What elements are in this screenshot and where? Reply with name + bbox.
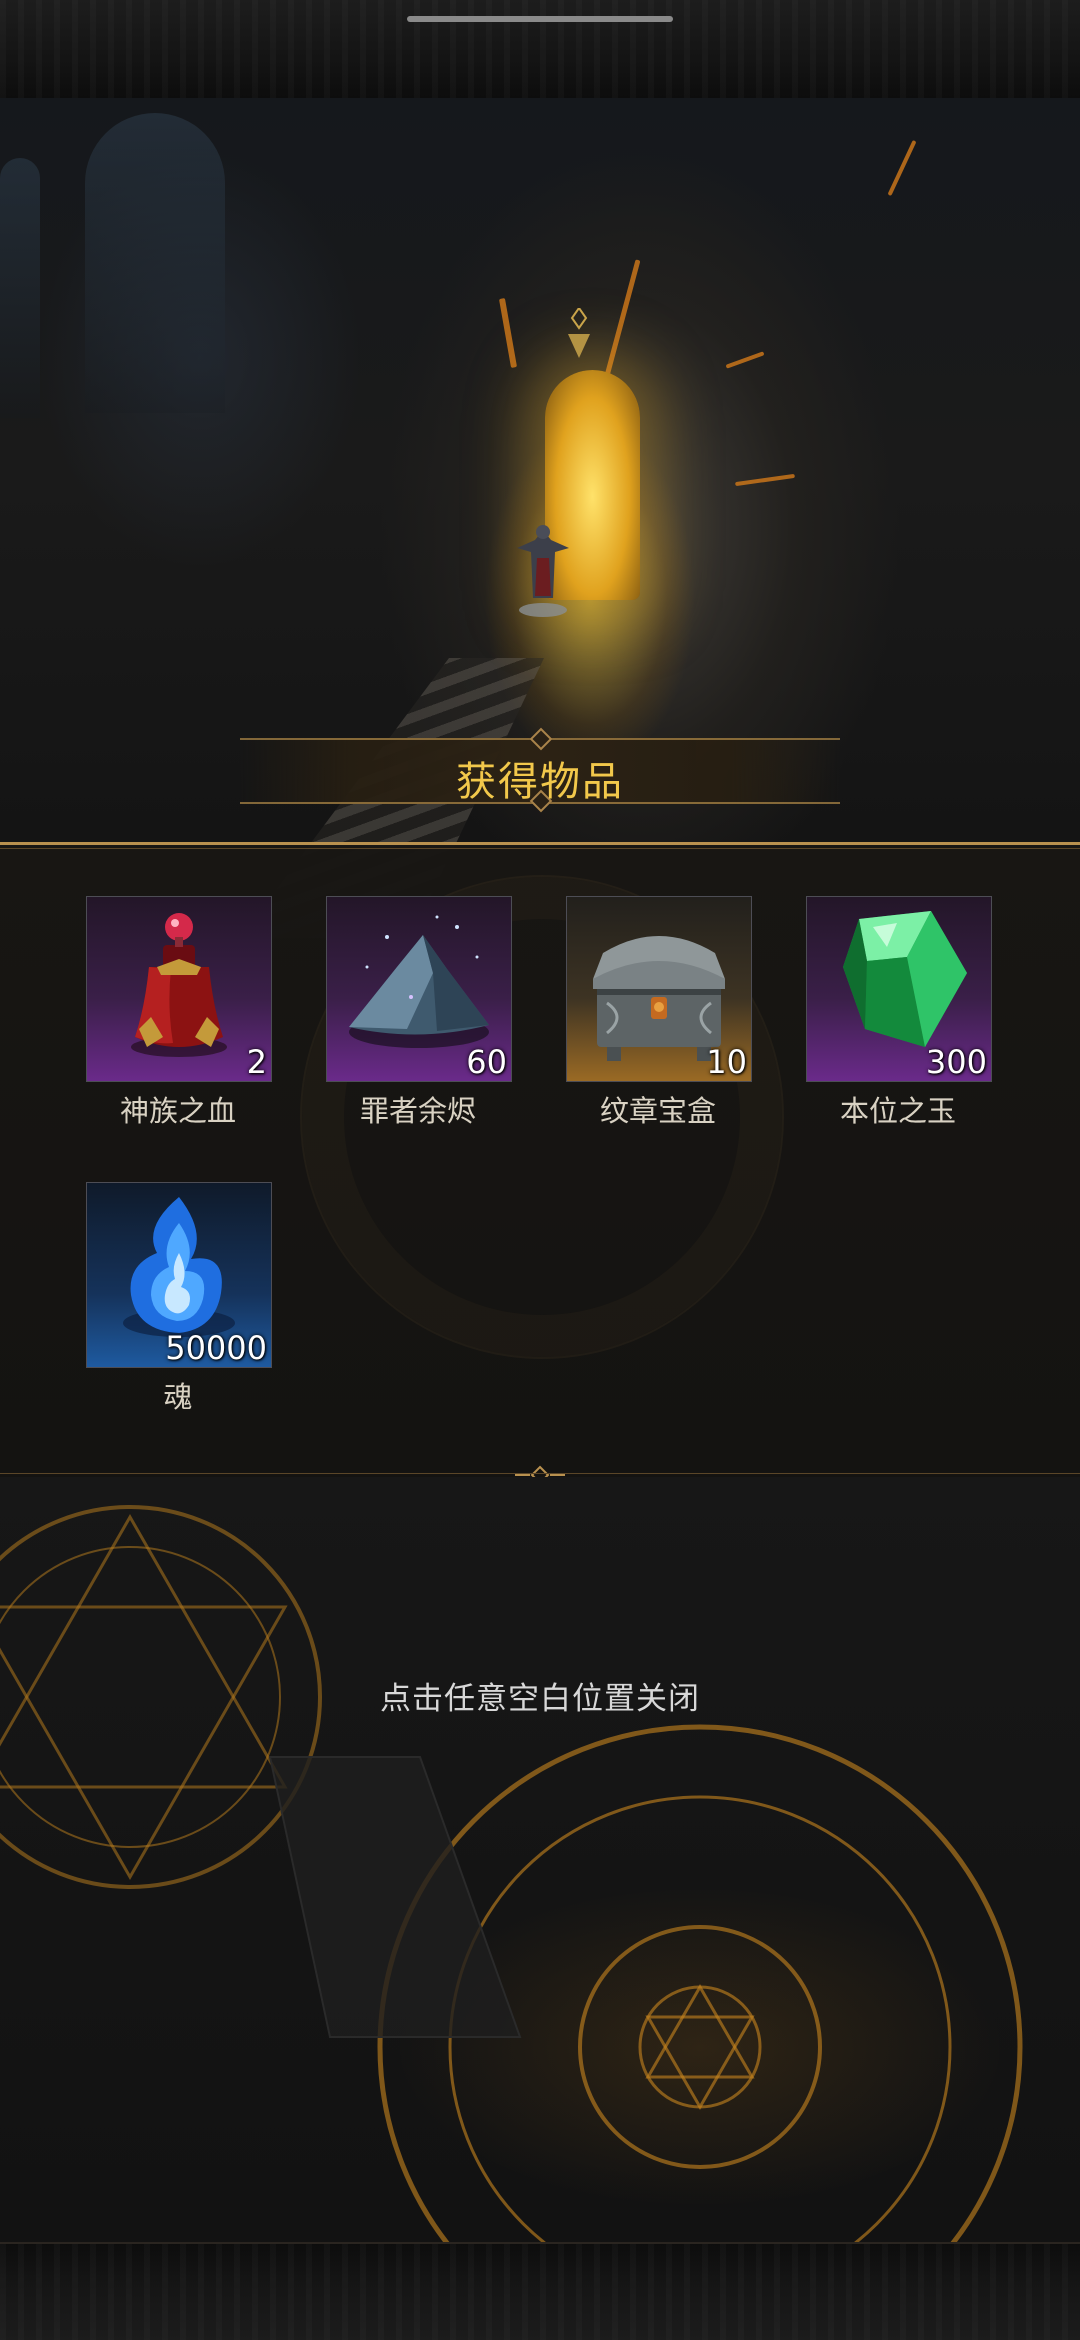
lava-crack [735,473,795,487]
blood-potion-icon [131,913,227,1057]
background-arch-window [85,113,225,413]
item-name: 神族之血 [119,1094,236,1128]
reward-item[interactable]: 300 本位之玉 [806,896,992,1130]
reward-item[interactable]: 60 罪者余烬 [326,896,512,1130]
reward-screen[interactable]: 获得物品 2 神族之血 60 罪者余烬 10 纹章宝盒 300 本位之玉 500… [0,0,1080,2340]
item-count: 2 [246,1043,267,1081]
item-name: 罪者余烬 [359,1094,476,1128]
reward-panel: 2 神族之血 60 罪者余烬 10 纹章宝盒 300 本位之玉 50000 魂 [0,842,1080,1485]
title-ribbon: 获得物品 [240,727,840,813]
item-count: 50000 [165,1329,267,1367]
dungeon-floor-background [0,1477,1080,2242]
reward-item[interactable]: 50000 魂 [86,1182,272,1416]
lava-crack [498,298,518,368]
item-slot[interactable]: 60 [326,896,512,1082]
lava-crack [604,259,641,377]
top-ornate-bar [0,0,1080,100]
magic-circle-decoration [0,1505,1023,2242]
reward-item[interactable]: 10 纹章宝盒 [566,896,752,1130]
reward-item[interactable]: 2 神族之血 [86,896,272,1130]
player-character [517,525,569,617]
item-count: 300 [925,1043,987,1081]
bottom-ornate-bar [0,2242,1080,2340]
page-title: 获得物品 [456,759,624,805]
item-slot[interactable]: 300 [806,896,992,1082]
lava-crack [725,351,765,369]
close-hint-text: 点击任意空白位置关闭 [380,1681,700,1717]
home-indicator [407,16,673,22]
item-count: 60 [466,1043,507,1081]
item-slot[interactable]: 50000 [86,1182,272,1368]
lava-crack [887,139,917,197]
item-slot[interactable]: 10 [566,896,752,1082]
waypoint-marker-icon [568,308,590,358]
item-name: 纹章宝盒 [599,1094,716,1128]
item-count: 10 [706,1043,747,1081]
background-arch-window [0,158,40,418]
item-name: 本位之玉 [839,1094,956,1128]
item-slot[interactable]: 2 [86,896,272,1082]
item-name: 魂 [163,1380,193,1414]
